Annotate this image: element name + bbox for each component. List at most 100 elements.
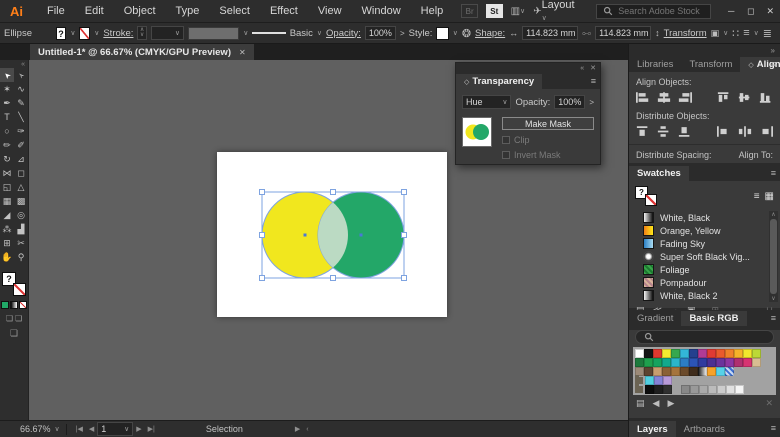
transparency-menu-icon[interactable]: ≡: [591, 76, 596, 86]
tab-gradient[interactable]: Gradient: [629, 311, 681, 326]
document-close-icon[interactable]: ✕: [239, 48, 246, 57]
align-right-icon[interactable]: [678, 91, 692, 104]
layers-menu-icon[interactable]: ≡: [771, 423, 776, 433]
color-swatch[interactable]: [653, 358, 662, 367]
color-mode-chip[interactable]: [1, 301, 9, 309]
dock-collapse-icon[interactable]: »: [771, 46, 775, 55]
object-thumbnail[interactable]: [462, 117, 492, 147]
color-swatch[interactable]: [689, 367, 698, 376]
free-transform-tool[interactable]: ◻: [14, 166, 28, 180]
grid-view-icon[interactable]: ▦: [765, 191, 774, 202]
prev-artboard-icon[interactable]: ◀: [89, 425, 94, 433]
draw-behind-icon[interactable]: ❏: [15, 314, 22, 323]
adobe-stock-search[interactable]: [596, 4, 712, 19]
color-swatch[interactable]: [698, 349, 707, 358]
color-swatch[interactable]: [680, 349, 689, 358]
clip-checkbox[interactable]: [502, 136, 510, 144]
tab-transparency[interactable]: ◇ Transparency: [456, 74, 542, 89]
color-swatch[interactable]: [699, 385, 708, 394]
color-swatch[interactable]: [734, 349, 743, 358]
stock-icon[interactable]: St: [486, 4, 503, 18]
stroke-chevron-icon[interactable]: ∨: [94, 29, 99, 37]
brush-chevron-icon[interactable]: ∨: [317, 29, 322, 37]
distribute-v-center-icon[interactable]: [657, 125, 671, 138]
align-top-icon[interactable]: [717, 91, 731, 104]
scale-tool[interactable]: ⊿: [14, 152, 28, 166]
transform-grid-icon[interactable]: ▣: [711, 28, 720, 39]
tab-layers[interactable]: Layers: [629, 421, 676, 437]
shape-height-field[interactable]: 114.823 mm: [595, 26, 651, 40]
transform-label[interactable]: Transform: [664, 28, 707, 39]
transparency-opacity-more-icon[interactable]: >: [589, 98, 594, 107]
align-v-center-icon[interactable]: [738, 91, 752, 104]
transparency-grip[interactable]: « ✕: [456, 63, 600, 73]
tab-libraries[interactable]: Libraries: [629, 57, 681, 72]
rgb-prev-icon[interactable]: ◀: [653, 398, 660, 409]
color-swatch[interactable]: [671, 349, 680, 358]
menu-edit[interactable]: Edit: [85, 5, 104, 17]
tab-artboards[interactable]: Artboards: [676, 421, 733, 437]
tab-transform[interactable]: Transform: [681, 57, 740, 72]
fill-chevron-icon[interactable]: ∨: [70, 29, 75, 37]
width-tool[interactable]: ⋈: [0, 166, 14, 180]
style-chip[interactable]: [436, 27, 448, 40]
status-prev-icon[interactable]: ‹: [306, 426, 308, 433]
selection-tool[interactable]: ➤: [0, 68, 14, 82]
distribute-h-center-icon[interactable]: [738, 125, 752, 138]
transform-chevron-icon[interactable]: ∨: [723, 29, 728, 37]
color-swatch[interactable]: [645, 385, 654, 394]
align-bottom-icon[interactable]: [759, 91, 773, 104]
align-dots-icon[interactable]: ∷: [732, 27, 739, 40]
color-swatch[interactable]: [635, 349, 644, 358]
menu-object[interactable]: Object: [124, 5, 156, 17]
menu-window[interactable]: Window: [362, 5, 401, 17]
tab-basic-rgb[interactable]: Basic RGB: [681, 311, 746, 326]
menu-view[interactable]: View: [318, 5, 342, 17]
first-artboard-icon[interactable]: |◀: [76, 425, 83, 433]
color-swatch[interactable]: [689, 349, 698, 358]
color-swatch[interactable]: [726, 385, 735, 394]
control-menu-icon[interactable]: ≣: [763, 27, 772, 40]
variable-width-profile-dropdown[interactable]: [188, 27, 239, 40]
lasso-tool[interactable]: ∿: [14, 82, 28, 96]
color-swatch[interactable]: [689, 358, 698, 367]
workspace-switcher[interactable]: Layout ∨: [542, 0, 582, 23]
color-swatch[interactable]: [644, 367, 653, 376]
color-swatch[interactable]: [717, 385, 726, 394]
colors-menu-icon[interactable]: ≡: [771, 313, 776, 323]
color-swatch[interactable]: [725, 358, 734, 367]
menu-type[interactable]: Type: [176, 5, 200, 17]
color-swatch[interactable]: [743, 349, 752, 358]
menu-effect[interactable]: Effect: [270, 5, 298, 17]
color-swatch[interactable]: [698, 358, 707, 367]
ellipse-tool[interactable]: ○: [0, 124, 14, 138]
pattern-swatch[interactable]: [725, 367, 734, 376]
stroke-weight-stepper[interactable]: ∧∨: [137, 26, 146, 40]
rgb-next-icon[interactable]: ▶: [667, 398, 674, 409]
rgb-libraries-icon[interactable]: ▤: [636, 398, 645, 409]
align-menu-icon[interactable]: ≡: [771, 59, 776, 69]
invert-mask-checkbox[interactable]: [502, 151, 510, 159]
slice-tool[interactable]: ✂: [14, 236, 28, 250]
swatches-scrollbar[interactable]: ∧∨: [769, 211, 778, 302]
color-swatch[interactable]: [671, 358, 680, 367]
color-swatch[interactable]: [653, 349, 662, 358]
color-swatch[interactable]: [725, 349, 734, 358]
align-h-center-icon[interactable]: [657, 91, 671, 104]
zoom-level[interactable]: 66.67%: [20, 424, 51, 434]
eyedropper-tool[interactable]: ◢: [0, 208, 14, 222]
stroke-color-chip[interactable]: [79, 27, 90, 40]
close-button[interactable]: ✕: [760, 3, 780, 19]
column-graph-tool[interactable]: ▟: [14, 222, 28, 236]
panel-options-icon[interactable]: ≡: [743, 27, 749, 39]
transparency-opacity-field[interactable]: 100%: [554, 95, 585, 109]
color-swatch[interactable]: [680, 367, 689, 376]
color-swatch[interactable]: [653, 367, 662, 376]
opacity-field[interactable]: 100%: [365, 26, 396, 40]
gradient-tool[interactable]: ▩: [14, 194, 28, 208]
color-swatch[interactable]: [671, 367, 680, 376]
zoom-tool[interactable]: ⚲: [14, 250, 28, 264]
swatch-item[interactable]: Foliage: [629, 263, 780, 276]
mesh-tool[interactable]: ▦: [0, 194, 14, 208]
blend-mode-dropdown[interactable]: Hue ∨: [462, 95, 511, 109]
